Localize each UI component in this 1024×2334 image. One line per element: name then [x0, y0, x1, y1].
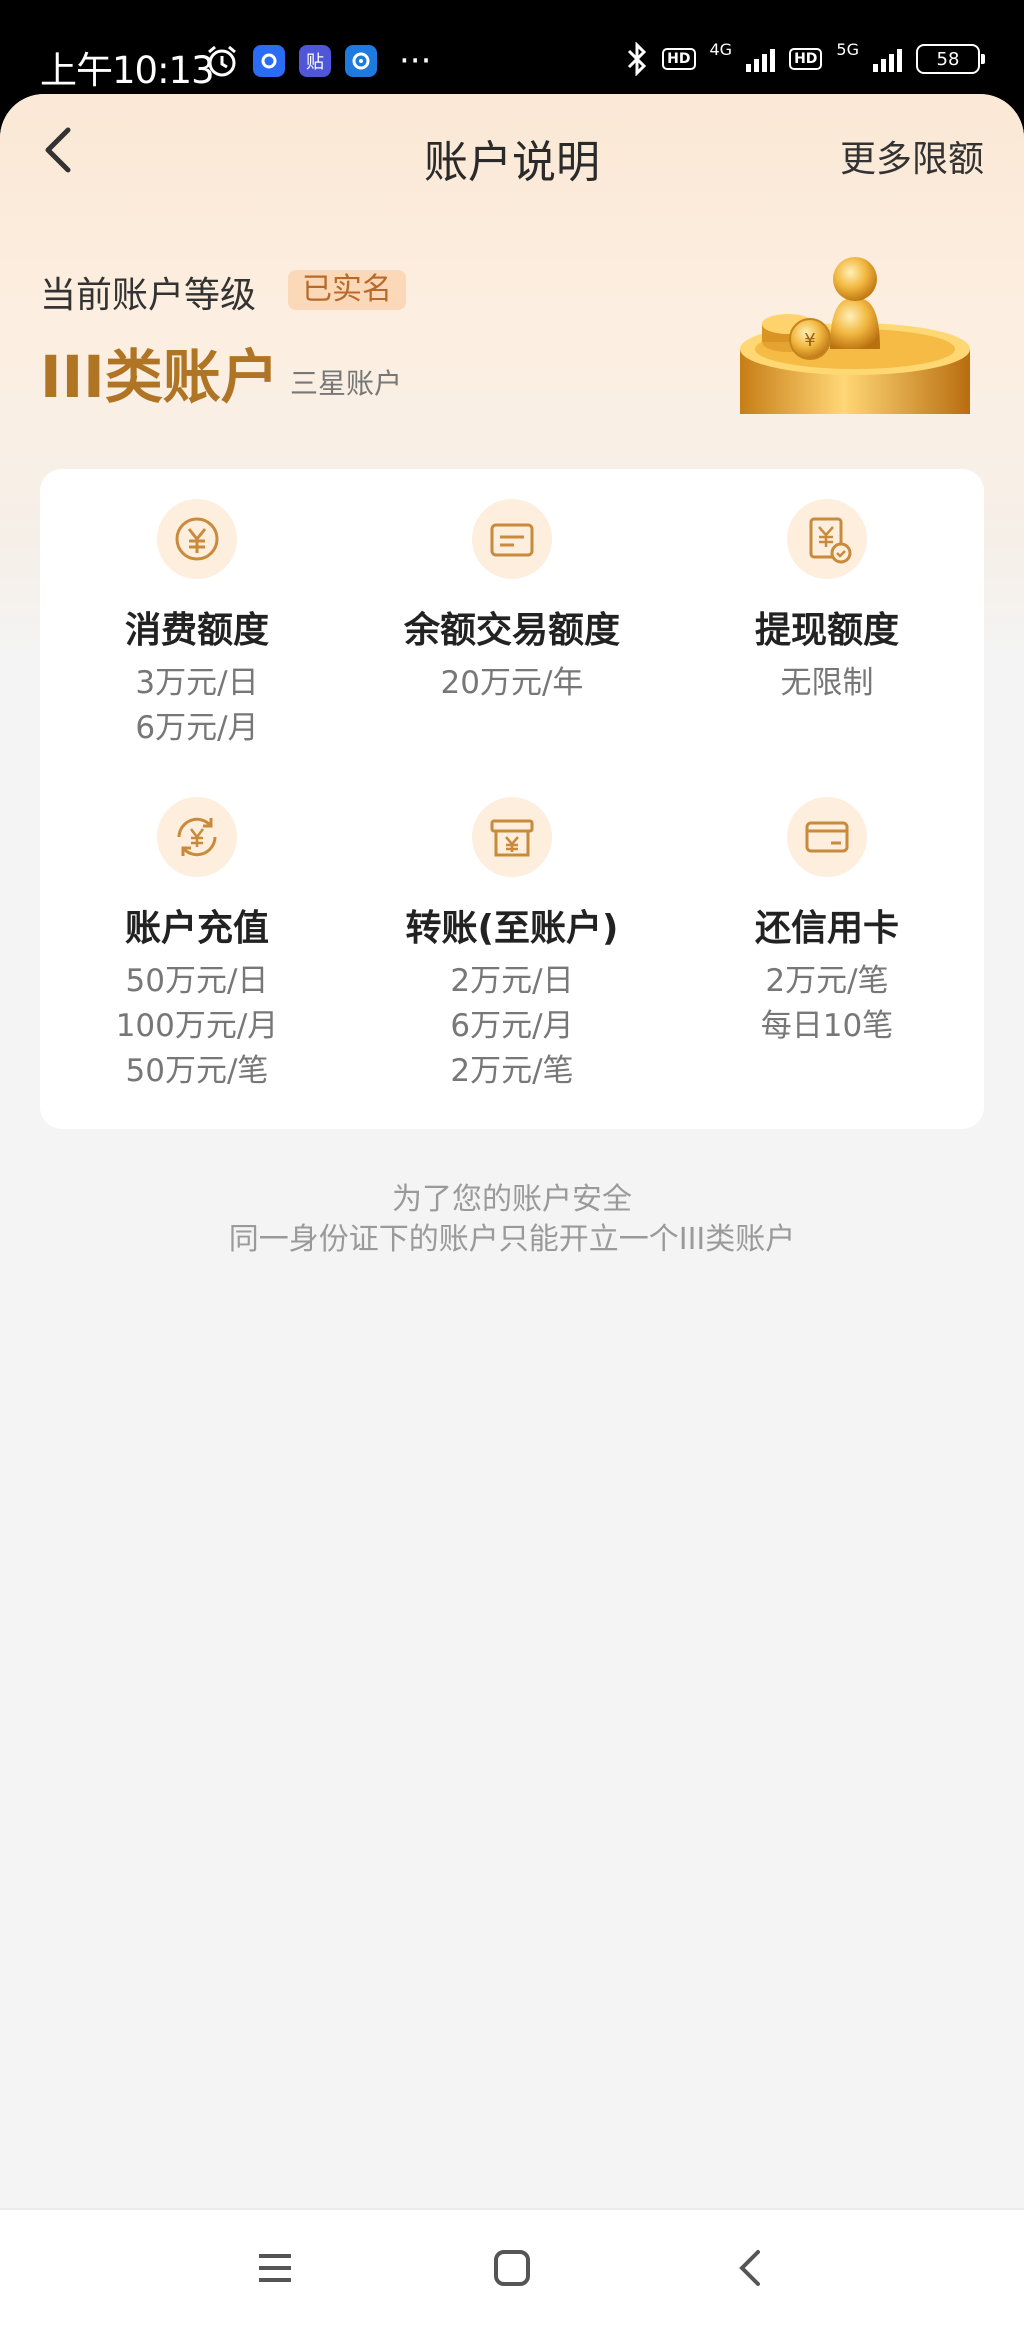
- security-note-line2: 同一身份证下的账户只能开立一个III类账户: [228, 1222, 796, 1257]
- transfer-box-icon: [472, 797, 552, 877]
- account-level-label: 当前账户等级: [40, 275, 257, 316]
- limit-value: 无限制: [780, 665, 874, 701]
- network-4g-label: 4G: [709, 39, 733, 59]
- status-right-icons: HD 4G HD 5G 58: [626, 39, 985, 76]
- bluetooth-icon: [628, 42, 647, 76]
- nav-bar: 账户说明 更多限额: [0, 94, 1024, 214]
- security-note-line1: 为了您的账户安全: [392, 1182, 632, 1217]
- home-icon[interactable]: [492, 2248, 532, 2288]
- limit-value: 6万元/月: [450, 1008, 574, 1044]
- limit-title: 消费额度: [124, 610, 269, 651]
- system-nav-bar: [0, 2208, 1024, 2334]
- menu-icon[interactable]: [255, 2248, 295, 2288]
- app-notification-icon: [253, 45, 285, 77]
- battery-level: 58: [936, 48, 960, 70]
- balance-card-icon: [472, 499, 552, 579]
- status-time: 上午10:13: [40, 49, 215, 92]
- status-left-icons: 贴 ···: [205, 44, 431, 78]
- battery-icon: 58: [916, 44, 985, 74]
- recharge-yen-icon: [157, 797, 237, 877]
- system-back-icon[interactable]: [732, 2248, 772, 2288]
- limit-title: 账户充值: [124, 908, 269, 949]
- limit-value: 2万元/笔: [765, 963, 889, 999]
- limits-card: 消费额度 3万元/日 6万元/月 余额交易额度 20万元/年 提现额度 无限制: [40, 469, 984, 1129]
- limit-title: 提现额度: [754, 610, 899, 651]
- verified-badge: 已实名: [288, 270, 406, 310]
- limit-value: 2万元/笔: [450, 1053, 574, 1089]
- limit-value: 100万元/月: [115, 1008, 279, 1044]
- limit-title: 余额交易额度: [403, 610, 620, 651]
- bank-notification-icon: [345, 45, 377, 77]
- svg-text:¥: ¥: [804, 330, 815, 351]
- limit-spending: 消费额度 3万元/日 6万元/月: [40, 499, 354, 751]
- withdraw-bill-icon: [787, 499, 867, 579]
- gold-pedestal-illustration: ¥: [740, 257, 970, 414]
- limit-recharge: 账户充值 50万元/日 100万元/月 50万元/笔: [40, 797, 354, 1094]
- alarm-icon: [208, 45, 236, 77]
- network-5g-label: 5G: [836, 39, 859, 59]
- limit-value: 20万元/年: [440, 665, 584, 701]
- limit-value: 50万元/笔: [125, 1053, 269, 1089]
- yen-coin-icon: [157, 499, 237, 579]
- limit-credit-card: 还信用卡 2万元/笔 每日10笔: [670, 797, 984, 1049]
- limit-value: 6万元/月: [135, 710, 259, 746]
- limit-transfer: 转账(至账户) 2万元/日 6万元/月 2万元/笔: [355, 797, 669, 1094]
- hd-icon-2: HD: [789, 48, 823, 70]
- limit-withdraw: 提现额度 无限制: [670, 499, 984, 706]
- limit-value: 2万元/日: [450, 963, 574, 999]
- hd-icon: HD: [662, 48, 696, 70]
- limit-title: 转账(至账户): [405, 908, 619, 949]
- limit-title: 还信用卡: [754, 908, 899, 949]
- limit-value: 3万元/日: [135, 665, 259, 701]
- account-info-sheet: 账户说明 更多限额 当前账户等级 已实名 III类账户 三星账户 ¥ 消费额度 …: [0, 94, 1024, 2332]
- limit-balance-trade: 余额交易额度 20万元/年: [355, 499, 669, 706]
- tieba-notification-icon: 贴: [299, 45, 331, 77]
- status-bar: 上午10:13 贴 ··· HD 4G HD 5G 58: [0, 0, 1024, 100]
- limit-value: 每日10笔: [760, 1008, 894, 1044]
- signal-bars-icon-2: [873, 46, 902, 72]
- account-type: III类账户: [40, 343, 279, 411]
- more-limits-link[interactable]: 更多限额: [840, 130, 984, 182]
- more-notifications-icon: ···: [399, 41, 432, 81]
- signal-bars-icon: [746, 46, 776, 72]
- account-star-level: 三星账户: [290, 367, 403, 400]
- limit-value: 50万元/日: [125, 963, 269, 999]
- credit-card-icon: [787, 797, 867, 877]
